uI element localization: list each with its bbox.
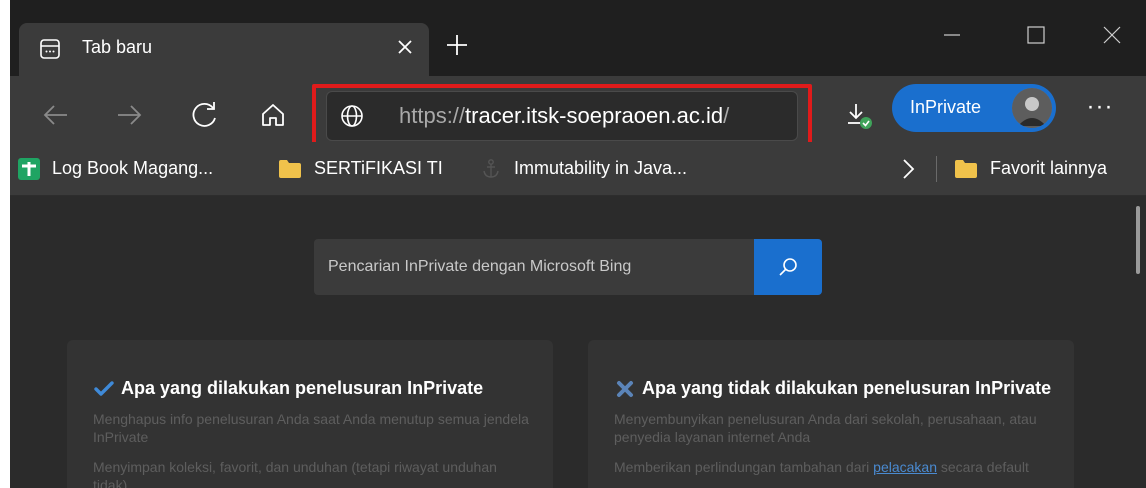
- inprivate-label: InPrivate: [910, 97, 982, 117]
- maximize-icon[interactable]: [1016, 18, 1056, 52]
- card-item: Menyimpan koleksi, favorit, dan unduhan …: [93, 459, 497, 488]
- url-host: tracer.itsk-soepraoen.ac.id: [465, 103, 724, 128]
- inprivate-button[interactable]: InPrivate: [892, 84, 1056, 132]
- card-title: Apa yang dilakukan penelusuran InPrivate: [93, 378, 483, 399]
- favorites-bar: Log Book Magang... SERTiFIKASI TI Immuta…: [10, 142, 1146, 196]
- refresh-icon[interactable]: [186, 96, 224, 134]
- close-tab-icon[interactable]: [392, 34, 418, 60]
- address-bar-highlight: https://tracer.itsk-soepraoen.ac.id/: [312, 84, 812, 148]
- divider: [936, 156, 937, 182]
- window-close-icon[interactable]: [1092, 18, 1132, 52]
- tab-new[interactable]: Tab baru: [19, 23, 429, 76]
- inprivate-doesnt-card: Apa yang tidak dilakukan penelusuran InP…: [588, 340, 1074, 488]
- bookmark-log-book[interactable]: Log Book Magang...: [18, 154, 213, 182]
- card-title: Apa yang tidak dilakukan penelusuran InP…: [614, 378, 1051, 399]
- checkmark-icon: [94, 381, 114, 396]
- search-box: [314, 239, 822, 295]
- avatar: [1012, 88, 1052, 128]
- bookmark-immutability[interactable]: Immutability in Java...: [480, 154, 687, 182]
- bookmark-label: Log Book Magang...: [52, 158, 214, 178]
- back-arrow-icon[interactable]: [37, 96, 75, 134]
- new-tab-plus-icon[interactable]: [442, 30, 472, 60]
- bookmark-label: Immutability in Java...: [514, 158, 688, 178]
- minimize-icon[interactable]: [932, 18, 972, 52]
- other-favorites[interactable]: Favorit lainnya: [954, 154, 1107, 182]
- folder-icon: [955, 160, 977, 179]
- new-tab-page-icon: [40, 39, 60, 59]
- url-scheme: https://: [399, 103, 466, 128]
- folder-icon: [279, 160, 301, 179]
- url-text[interactable]: https://tracer.itsk-soepraoen.ac.id/: [399, 103, 729, 129]
- more-options-button[interactable]: ···: [1085, 95, 1115, 128]
- title-bar: Tab baru: [10, 0, 1146, 76]
- card-item: Menyembunyikan penelusuran Anda dari sek…: [614, 411, 1037, 445]
- bookmark-label: SERTiFIKASI TI: [314, 158, 443, 178]
- search-icon: [779, 258, 797, 276]
- search-input[interactable]: [314, 239, 754, 295]
- green-plus-icon: [18, 158, 40, 181]
- x-mark-icon: [617, 381, 633, 398]
- home-icon[interactable]: [254, 96, 292, 134]
- tab-title: Tab baru: [82, 37, 153, 57]
- card-item: Memberikan perlindungan tambahan dari pe…: [614, 459, 1029, 475]
- tracking-link[interactable]: pelacakan: [873, 459, 937, 475]
- address-bar[interactable]: https://tracer.itsk-soepraoen.ac.id/: [326, 91, 798, 141]
- downloads-icon[interactable]: [842, 99, 876, 133]
- chevron-right-icon[interactable]: [897, 156, 919, 182]
- search-button[interactable]: [754, 239, 822, 295]
- card-item: Menghapus info penelusuran Anda saat And…: [93, 411, 529, 445]
- forward-arrow-icon[interactable]: [110, 96, 148, 134]
- inprivate-page: Apa yang dilakukan penelusuran InPrivate…: [10, 196, 1146, 488]
- globe-icon: [341, 105, 363, 127]
- bookmark-sertifikasi[interactable]: SERTiFIKASI TI: [278, 154, 443, 182]
- anchor-icon: [483, 159, 499, 178]
- other-favorites-label: Favorit lainnya: [990, 158, 1108, 178]
- inprivate-does-card: Apa yang dilakukan penelusuran InPrivate…: [67, 340, 553, 488]
- browser-window: Tab baru https://tracer.itsk-soepraoen.a…: [10, 0, 1146, 488]
- url-path: /: [723, 103, 730, 128]
- scrollbar[interactable]: [1136, 206, 1140, 274]
